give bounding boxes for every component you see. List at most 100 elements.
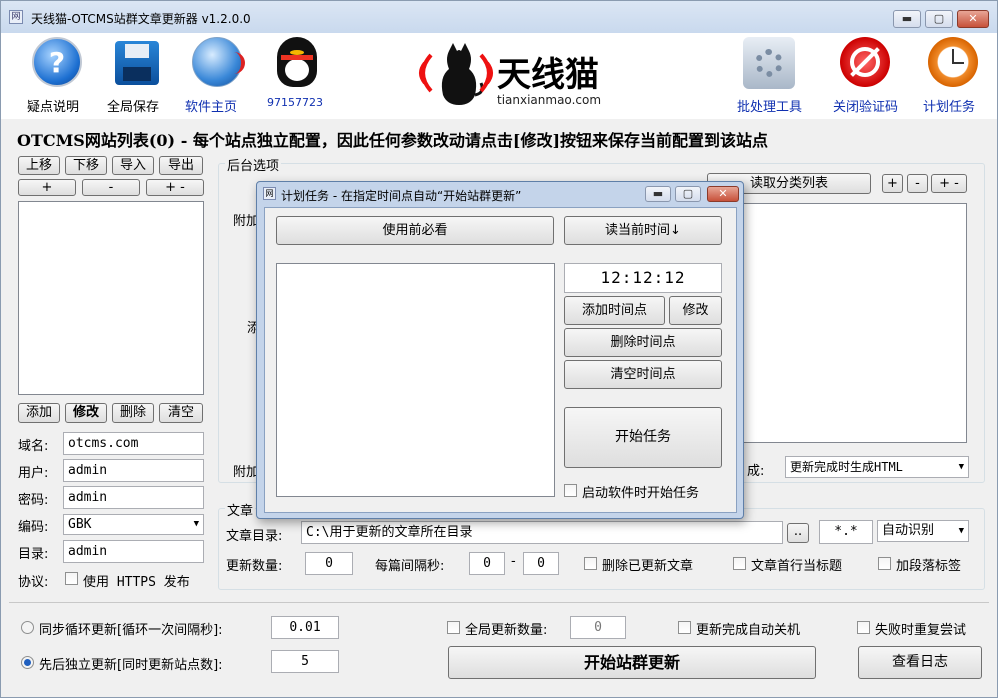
site-list[interactable] — [18, 201, 204, 395]
schedule-tool[interactable]: 计划任务 — [923, 37, 983, 115]
close-button[interactable]: ✕ — [957, 10, 989, 28]
add-time-point-button[interactable]: 添加时间点 — [564, 296, 665, 325]
interval-from-input[interactable]: 0 — [469, 552, 505, 575]
generate-select[interactable]: 更新完成时生成HTML ▼ — [785, 456, 969, 478]
user-label: 用户: — [18, 466, 49, 481]
add-site-button[interactable]: 添加 — [18, 403, 60, 423]
interval-to-input[interactable]: 0 — [523, 552, 559, 575]
import-button[interactable]: 导入 — [112, 156, 154, 175]
sync-loop-label: 同步循环更新[循环一次间隔秒]: — [39, 623, 223, 638]
paragraph-tag-checkbox[interactable] — [878, 557, 891, 570]
generate-label: 成: — [747, 464, 765, 479]
window-title: 天线猫-OTCMS站群文章更新器 v1.2.0.0 — [31, 12, 251, 26]
domain-label: 域名: — [18, 439, 49, 454]
globe-icon — [192, 37, 245, 87]
delete-time-point-button[interactable]: 删除时间点 — [564, 328, 722, 357]
encoding-select[interactable]: GBK ▼ — [63, 514, 204, 535]
first-line-title-label: 文章首行当标题 — [751, 559, 843, 574]
tianxianmao-logo: 天线猫 tianxianmao.com — [411, 41, 611, 111]
dropdown-arrow-icon: ▼ — [193, 519, 199, 529]
homepage-tool[interactable]: 软件主页 — [185, 37, 249, 115]
update-count-input[interactable]: 0 — [305, 552, 353, 575]
save-tool[interactable]: 全局保存 — [107, 37, 167, 115]
move-up-button[interactable]: 上移 — [18, 156, 60, 175]
floppy-save-icon — [115, 41, 159, 85]
user-input[interactable]: admin — [63, 459, 204, 482]
directory-input[interactable]: admin — [63, 540, 204, 563]
file-ext-input[interactable]: *.* — [819, 520, 873, 544]
article-dir-input[interactable]: C:\用于更新的文章所在目录 — [301, 521, 783, 544]
help-icon: ? — [32, 37, 82, 87]
dialog-minimize-button[interactable]: ▬ — [645, 186, 671, 202]
autostart-label: 启动软件时开始任务 — [582, 486, 700, 501]
dialog-maximize-button[interactable]: ▢ — [675, 186, 701, 202]
delete-site-button[interactable]: 删除 — [112, 403, 154, 423]
https-checkbox[interactable] — [65, 572, 78, 585]
captcha-tool[interactable]: 关闭验证码 — [833, 37, 898, 115]
cat-plusminus-button[interactable]: + - — [931, 174, 967, 193]
schedule-dialog: 网 计划任务 - 在指定时间点自动“开始站群更新” ▬ ▢ ✕ 使用前必看 读当… — [256, 181, 744, 519]
delete-updated-label: 删除已更新文章 — [602, 559, 694, 574]
password-label: 密码: — [18, 493, 49, 508]
sync-loop-radio[interactable] — [21, 621, 34, 634]
edit-time-point-button[interactable]: 修改 — [669, 296, 722, 325]
sync-interval-input[interactable]: 0.01 — [271, 616, 339, 639]
global-count-checkbox[interactable] — [447, 621, 460, 634]
edit-site-button[interactable]: 修改 — [65, 403, 107, 423]
time-points-list[interactable] — [276, 263, 555, 497]
update-count-label: 更新数量: — [226, 559, 283, 574]
toolbar: ? 疑点说明 全局保存 软件主页 97157723 天线猫 tianxianma… — [1, 33, 997, 119]
directory-label: 目录: — [18, 547, 49, 562]
help-tool[interactable]: ? 疑点说明 — [27, 37, 87, 115]
collapse-minus-button[interactable]: - — [82, 179, 140, 196]
must-read-button[interactable]: 使用前必看 — [276, 216, 554, 245]
article-group-title: 文章 — [225, 500, 256, 519]
retry-checkbox[interactable] — [857, 621, 870, 634]
password-input[interactable]: admin — [63, 486, 204, 509]
clear-sites-button[interactable]: 清空 — [159, 403, 203, 423]
minimize-button[interactable]: ▬ — [893, 10, 921, 28]
view-log-button[interactable]: 查看日志 — [858, 646, 982, 679]
bottom-divider — [9, 602, 989, 603]
dialog-close-button[interactable]: ✕ — [707, 186, 739, 202]
toggle-plusminus-button[interactable]: + - — [146, 179, 204, 196]
first-line-title-checkbox[interactable] — [733, 557, 746, 570]
maximize-button[interactable]: ▢ — [925, 10, 953, 28]
sequential-label: 先后独立更新[同时更新站点数]: — [39, 658, 223, 673]
article-encoding-select[interactable]: 自动识别 ▼ — [877, 520, 969, 542]
app-icon: 网 — [9, 10, 23, 24]
dialog-body: 使用前必看 读当前时间↓ 12:12:12 添加时间点 修改 删除时间点 清空时… — [264, 207, 737, 513]
start-update-button[interactable]: 开始站群更新 — [448, 646, 816, 679]
time-input[interactable]: 12:12:12 — [564, 263, 722, 293]
interval-label: 每篇间隔秒: — [375, 559, 445, 574]
read-current-time-button[interactable]: 读当前时间↓ — [564, 216, 722, 245]
site-list-heading: OTCMS网站列表(0) - 每个站点独立配置，因此任何参数改动请点击[修改]按… — [17, 131, 769, 150]
start-task-button[interactable]: 开始任务 — [564, 407, 722, 468]
autostart-checkbox[interactable] — [564, 484, 577, 497]
concurrent-sites-input[interactable]: 5 — [271, 650, 339, 673]
article-dir-label: 文章目录: — [226, 529, 283, 544]
cat-plus-button[interactable]: + — [882, 174, 903, 193]
export-button[interactable]: 导出 — [159, 156, 203, 175]
delete-updated-checkbox[interactable] — [584, 557, 597, 570]
global-count-input[interactable]: 0 — [570, 616, 626, 639]
dropdown-arrow-icon: ▼ — [958, 462, 964, 472]
batch-tool[interactable]: 批处理工具 — [737, 37, 802, 115]
cat-minus-button[interactable]: - — [907, 174, 928, 193]
expand-plus-button[interactable]: + — [18, 179, 76, 196]
global-count-label: 全局更新数量: — [465, 623, 548, 638]
clear-time-points-button[interactable]: 清空时间点 — [564, 360, 722, 389]
paragraph-tag-label: 加段落标签 — [896, 559, 962, 574]
auto-shutdown-checkbox[interactable] — [678, 621, 691, 634]
title-bar: 网 天线猫-OTCMS站群文章更新器 v1.2.0.0 ▬ ▢ ✕ — [1, 1, 997, 33]
qq-tool[interactable]: 97157723 — [267, 37, 327, 109]
qq-penguin-icon — [277, 37, 317, 87]
forbidden-icon — [840, 37, 890, 87]
domain-input[interactable]: otcms.com — [63, 432, 204, 455]
move-down-button[interactable]: 下移 — [65, 156, 107, 175]
logo-cn: 天线猫 — [497, 55, 599, 95]
browse-button[interactable]: .. — [787, 523, 809, 543]
category-list[interactable] — [707, 203, 967, 443]
sequential-radio[interactable] — [21, 656, 34, 669]
gear-icon — [743, 37, 795, 89]
